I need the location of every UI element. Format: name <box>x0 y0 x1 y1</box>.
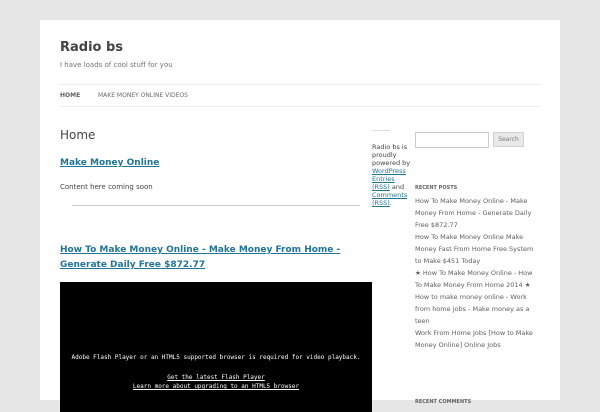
post-title-link[interactable]: Make Money Online <box>60 158 159 168</box>
recent-post-link[interactable]: How to make money online - Work from hom… <box>415 293 529 325</box>
list-item: How To Make Money Online Make Money Fast… <box>415 231 540 267</box>
main-content: Home Make Money Online Content here comi… <box>60 128 372 412</box>
credits-divider <box>372 130 390 131</box>
page-container: Radio bs I have loads of cool stuff for … <box>40 20 560 412</box>
post-body-text: Content here coming soon <box>60 183 153 191</box>
post-title-link-2[interactable]: How To Make Money Online - Make Money Fr… <box>60 243 372 273</box>
credits-text: Radio bs is proudly powered by <box>372 143 411 167</box>
list-item: How to make money online - Work from hom… <box>415 291 540 327</box>
credits-and-text: and <box>391 183 405 191</box>
recent-posts-heading: RECENT POSTS <box>415 185 458 191</box>
recent-post-link[interactable]: ★ How To Make Money Online - How To Make… <box>415 269 532 289</box>
nav-item-home[interactable]: HOME <box>60 92 80 99</box>
html5-upgrade-link[interactable]: Learn more about upgrading to an HTML5 b… <box>60 383 372 390</box>
list-item: Work From Home Jobs [How to Make Money O… <box>415 327 540 351</box>
site-description: I have loads of cool stuff for you <box>60 61 173 69</box>
list-item: How To Make Money Online - Make Money Fr… <box>415 195 540 231</box>
nav-item-make-money-online-videos[interactable]: MAKE MONEY ONLINE VIDEOS <box>98 92 188 99</box>
page-title: Home <box>60 128 96 142</box>
recent-post-link[interactable]: Work From Home Jobs [How to Make Money O… <box>415 329 533 349</box>
search-button[interactable]: Search <box>493 132 524 147</box>
footer-credits: Radio bs is proudly powered by WordPress… <box>372 128 412 207</box>
recent-posts-list: How To Make Money Online - Make Money Fr… <box>415 195 540 351</box>
credits-period: . <box>389 199 392 207</box>
video-fallback-message: Adobe Flash Player or an HTML5 supported… <box>71 354 361 361</box>
post-divider <box>72 205 360 206</box>
recent-post-link[interactable]: How To Make Money Online - Make Money Fr… <box>415 197 531 229</box>
main-navigation: HOME MAKE MONEY ONLINE VIDEOS <box>60 84 540 107</box>
search-input[interactable] <box>415 132 489 148</box>
recent-post-link[interactable]: How To Make Money Online Make Money Fast… <box>415 233 533 265</box>
get-flash-player-link[interactable]: Get the latest Flash Player <box>60 374 372 381</box>
list-item: ★ How To Make Money Online - How To Make… <box>415 267 540 291</box>
video-player[interactable]: Adobe Flash Player or an HTML5 supported… <box>60 282 372 412</box>
site-title[interactable]: Radio bs <box>60 40 123 55</box>
